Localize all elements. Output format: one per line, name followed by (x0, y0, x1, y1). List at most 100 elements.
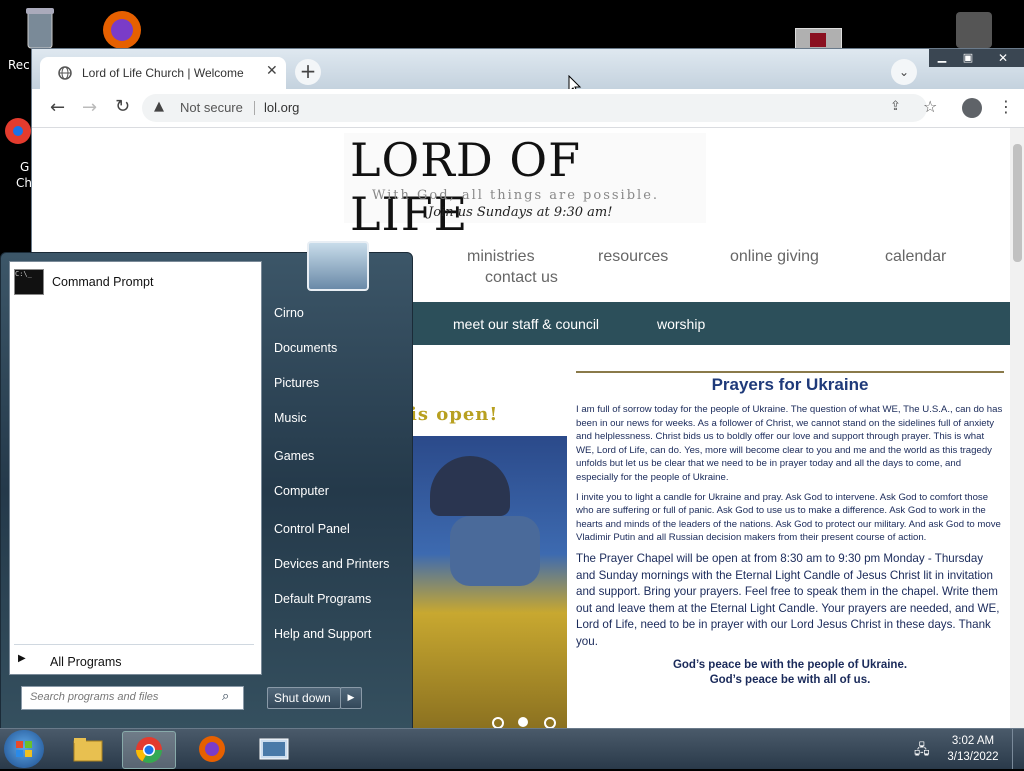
start-right-documents[interactable]: Documents (274, 341, 337, 355)
prayer-divider (576, 371, 1004, 373)
recycle-bin-icon (26, 8, 54, 49)
subnav-staff-council[interactable]: meet our staff & council (453, 316, 599, 332)
chrome-shortcut-icon (5, 118, 31, 144)
security-label[interactable]: Not secure (180, 100, 243, 115)
taskbar: 🖧 3:02 AM 3/13/2022 (0, 728, 1024, 769)
show-desktop-button[interactable] (1012, 729, 1024, 769)
arrow-right-small-icon: ▶ (347, 693, 355, 703)
clock[interactable]: 3:02 AM 3/13/2022 (944, 733, 1002, 765)
chrome-label-1: G (20, 160, 30, 174)
network-tray-icon[interactable]: 🖧 (914, 739, 930, 763)
prayer-paragraph-2: I invite you to light a candle for Ukrai… (576, 491, 1001, 544)
logo-sunday: Join us Sundays at 9:30 am! (428, 205, 613, 220)
prayer-article: Prayers for Ukraine I am full of sorrow … (576, 371, 1004, 686)
close-icon: ✕ (997, 51, 1009, 65)
omnibox-divider (254, 101, 255, 115)
vertical-scrollbar[interactable] (1010, 128, 1024, 731)
arrow-right-icon: ▶ (18, 653, 26, 664)
chrome-icon (135, 737, 163, 764)
browser-toolbar: ← → ↻ ▲ Not secure lol.org ⇪ ☆ ⋮ (32, 89, 1024, 128)
all-programs-label: All Programs (50, 655, 122, 669)
taskbar-firefox-button[interactable] (186, 731, 238, 767)
windows-logo-icon (16, 741, 32, 757)
clock-date: 3/13/2022 (947, 751, 999, 763)
command-prompt-label: Command Prompt (52, 275, 154, 289)
profile-avatar[interactable] (962, 98, 982, 118)
taskbar-explorer-button[interactable] (62, 731, 114, 767)
bookmark-star-icon[interactable]: ☆ (923, 97, 937, 116)
back-icon[interactable]: ← (50, 97, 65, 118)
nav-contact-us[interactable]: contact us (485, 269, 558, 287)
address-bar[interactable]: ▲ Not secure lol.org ⇪ (142, 94, 927, 122)
start-right-help-support[interactable]: Help and Support (274, 627, 371, 641)
start-search-input[interactable]: Search programs and files ⌕ (21, 686, 244, 710)
nav-ministries[interactable]: ministries (467, 248, 535, 266)
search-icon: ⌕ (222, 689, 230, 704)
banner-heading: is open! (410, 404, 499, 425)
chrome-label-2: Ch (16, 176, 32, 190)
prayer-paragraph-1: I am full of sorrow today for the people… (576, 404, 1003, 483)
prayer-closing-2: God’s peace be with all of us. (709, 673, 871, 686)
tab-strip: Lord of Life Church | Welcome ✕ + ⌄ ▁ ▣ … (32, 49, 1024, 96)
command-prompt-item[interactable]: C:\_ Command Prompt (14, 268, 256, 296)
subnav-worship[interactable]: worship (657, 316, 705, 332)
forward-icon[interactable]: → (82, 97, 97, 118)
shutdown-label: Shut down (274, 691, 331, 705)
start-right-control-panel[interactable]: Control Panel (274, 522, 350, 536)
close-window-button[interactable]: ✕ (981, 49, 1024, 67)
maximize-button[interactable]: ▣ (955, 49, 981, 67)
globe-icon (58, 66, 72, 80)
start-menu-programs-pane: C:\_ Command Prompt ▶ All Programs (9, 261, 262, 675)
start-right-pictures[interactable]: Pictures (274, 376, 319, 390)
site-logo[interactable]: LORD OF LIFE With God, all things are po… (344, 133, 706, 241)
reload-icon[interactable]: ↻ (115, 96, 130, 117)
nav-resources[interactable]: resources (598, 248, 668, 266)
ukraine-slideshow-image[interactable] (410, 436, 567, 731)
start-search-placeholder: Search programs and files (30, 691, 159, 703)
url-text[interactable]: lol.org (264, 100, 299, 115)
shutdown-button[interactable]: Shut down (267, 687, 341, 709)
user-picture[interactable] (307, 241, 369, 291)
start-menu: C:\_ Command Prompt ▶ All Programs Searc… (0, 241, 413, 730)
shutdown-options-button[interactable]: ▶ (340, 687, 362, 709)
picture-icon (259, 738, 289, 760)
firefox-taskbar-icon (199, 736, 225, 762)
start-right-default-programs[interactable]: Default Programs (274, 592, 371, 606)
share-icon[interactable]: ⇪ (890, 99, 901, 114)
minimize-button[interactable]: ▁ (929, 49, 955, 67)
logo-title: LORD OF LIFE (350, 133, 582, 241)
new-tab-button[interactable]: + (295, 59, 321, 85)
clock-time: 3:02 AM (951, 735, 995, 747)
more-menu-icon[interactable]: ⋮ (998, 97, 1014, 116)
prayer-title: Prayers for Ukraine (711, 375, 869, 394)
all-programs-item[interactable]: ▶ All Programs (14, 650, 256, 672)
start-right-cirno[interactable]: Cirno (274, 306, 304, 320)
tab-search-button[interactable]: ⌄ (891, 59, 917, 85)
nav-online-giving[interactable]: online giving (730, 248, 819, 266)
recycle-bin-label: Rec (8, 58, 30, 72)
desktop-network-icon[interactable] (956, 12, 992, 48)
start-button[interactable] (4, 730, 44, 768)
start-right-devices-printers[interactable]: Devices and Printers (274, 557, 389, 571)
scrollbar-thumb[interactable] (1013, 144, 1022, 262)
firefox-icon (103, 11, 141, 49)
start-right-music[interactable]: Music (274, 411, 307, 425)
logo-tagline: With God, all things are possible. (372, 188, 660, 203)
firefox-desktop-icon[interactable] (92, 6, 152, 53)
tab-close-icon[interactable]: ✕ (266, 63, 278, 79)
start-right-computer[interactable]: Computer (274, 484, 329, 498)
command-prompt-icon: C:\_ (14, 269, 44, 295)
browser-tab[interactable]: Lord of Life Church | Welcome ✕ (40, 57, 286, 89)
folder-icon (73, 738, 103, 762)
warning-icon: ▲ (154, 99, 164, 114)
tab-title: Lord of Life Church | Welcome (82, 66, 244, 80)
prayer-closing-1: God’s peace be with the people of Ukrain… (672, 658, 908, 671)
start-menu-separator (14, 644, 254, 645)
taskbar-image-viewer-button[interactable] (248, 731, 300, 767)
start-right-games[interactable]: Games (274, 449, 314, 463)
taskbar-chrome-button[interactable] (122, 731, 176, 769)
slide-dot-2[interactable] (518, 717, 528, 727)
nav-calendar[interactable]: calendar (885, 248, 946, 266)
prayer-paragraph-3: The Prayer Chapel will be open at from 8… (576, 551, 1000, 648)
minimize-icon: ▁ (937, 50, 947, 63)
